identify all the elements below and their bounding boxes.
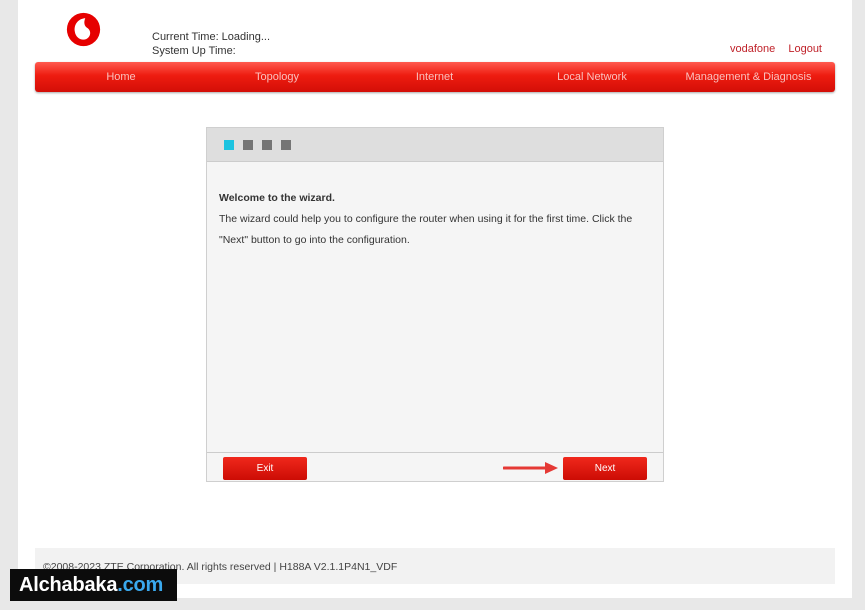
main-nav: Home Topology Internet Local Network Man… [35,62,835,92]
watermark-name: Alchabaka [19,574,118,596]
nav-topology[interactable]: Topology [207,71,347,83]
current-time: Current Time: Loading... [152,31,271,43]
exit-button[interactable]: Exit [223,457,307,480]
wizard-step-indicator [207,128,663,162]
wizard-footer: Exit Next [207,452,663,481]
wizard-panel: Welcome to the wizard. The wizard could … [206,127,664,482]
next-button[interactable]: Next [563,457,647,480]
vodafone-logo [66,12,101,47]
nav-management-diagnosis[interactable]: Management & Diagnosis [662,71,835,83]
wizard-content: Welcome to the wizard. The wizard could … [207,162,663,251]
wizard-description: The wizard could help you to configure t… [219,213,633,246]
wizard-title: Welcome to the wizard. [219,192,335,204]
logout-link[interactable]: Logout [788,43,822,55]
nav-local-network[interactable]: Local Network [522,71,662,83]
arrow-right-icon [503,462,558,474]
top-links: vodafone Logout [720,43,822,55]
watermark: Alchabaka.com [10,569,177,601]
watermark-tld: .com [117,574,164,596]
step-2-indicator [243,139,253,150]
nav-internet[interactable]: Internet [347,71,522,83]
nav-home[interactable]: Home [35,71,207,83]
status-info: Current Time: Loading... System Up Time: [152,30,270,58]
step-3-indicator [262,139,272,150]
system-up-time: System Up Time: [152,45,236,57]
step-1-indicator [224,139,234,150]
user-link[interactable]: vodafone [730,43,775,55]
step-4-indicator [281,139,291,150]
page: Current Time: Loading... System Up Time:… [18,0,852,598]
